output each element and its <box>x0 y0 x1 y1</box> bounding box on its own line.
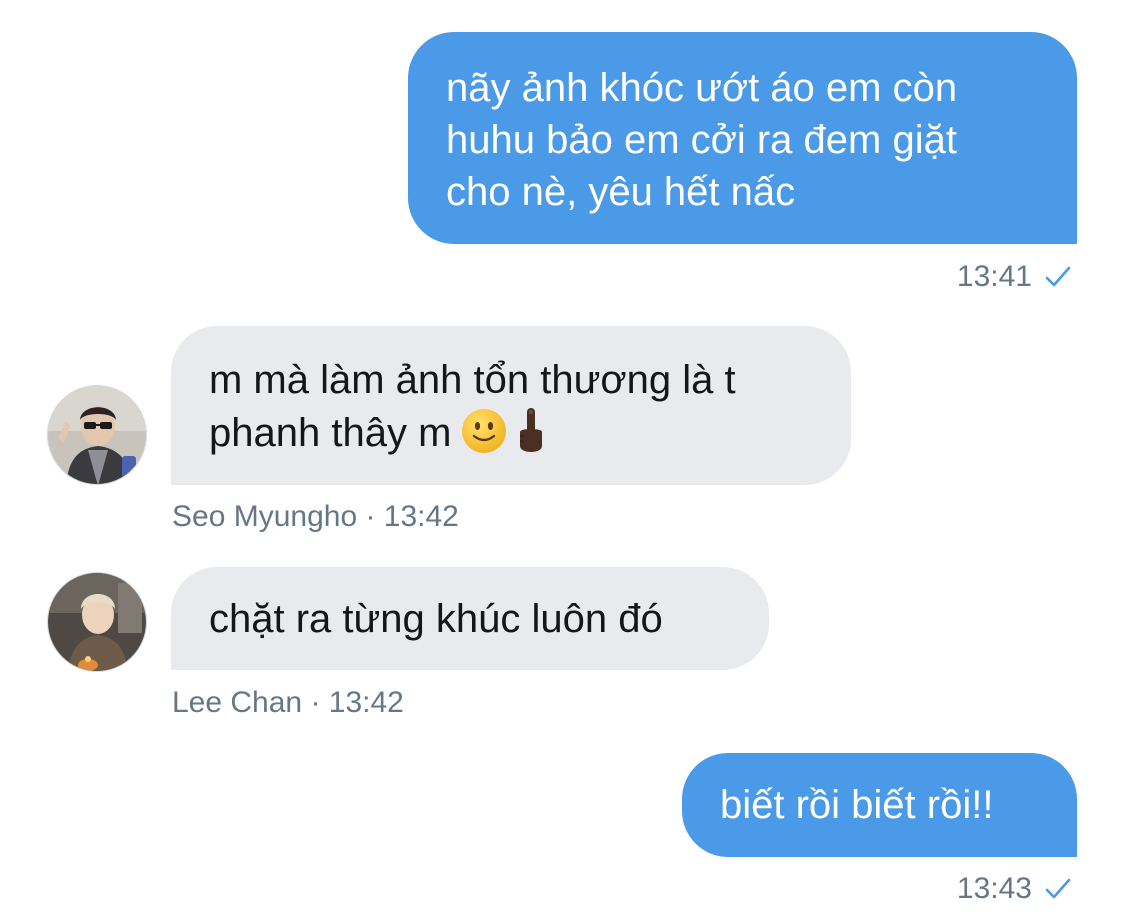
incoming-message-bubble[interactable]: m mà làm ảnh tổn thương là t phanh thây … <box>171 326 851 485</box>
message-timestamp-row: 13:41 <box>957 260 1072 294</box>
outgoing-message-bubble[interactable]: nãy ảnh khóc ướt áo em còn huhu bảo em c… <box>408 32 1077 244</box>
avatar[interactable] <box>47 572 147 672</box>
sender-meta: Lee Chan · 13:42 <box>172 686 404 719</box>
message-text-line: cho nè, yêu hết nấc <box>446 170 796 214</box>
checkmark-icon <box>1045 266 1071 287</box>
message-text-line: m mà làm ảnh tổn thương là t <box>209 358 736 402</box>
slightly-smiling-face-emoji <box>462 409 507 453</box>
message-timestamp-row: 13:43 <box>957 872 1072 906</box>
message-text-line: nãy ảnh khóc ướt áo em còn <box>446 66 958 110</box>
checkmark-icon <box>1045 878 1071 899</box>
message-text-line: chặt ra từng khúc luôn đó <box>209 597 663 641</box>
message-time: 13:43 <box>956 872 1032 905</box>
incoming-message-bubble[interactable]: chặt ra từng khúc luôn đó <box>171 567 769 670</box>
avatar[interactable] <box>47 385 147 485</box>
sender-meta: Seo Myungho · 13:42 <box>172 500 459 533</box>
outgoing-message-bubble[interactable]: biết rồi biết rồi!! <box>682 753 1077 857</box>
message-text-fragment: phanh thây m <box>209 411 452 455</box>
person-avatar-image <box>48 573 146 671</box>
message-text-line: biết rồi biết rồi!! <box>720 783 994 827</box>
message-text-line: phanh thây m <box>209 406 821 459</box>
middle-finger-emoji <box>520 408 543 452</box>
message-time: 13:41 <box>956 260 1032 293</box>
message-text-line: huhu bảo em cởi ra đem giặt <box>446 118 957 162</box>
person-avatar-image <box>48 386 146 484</box>
